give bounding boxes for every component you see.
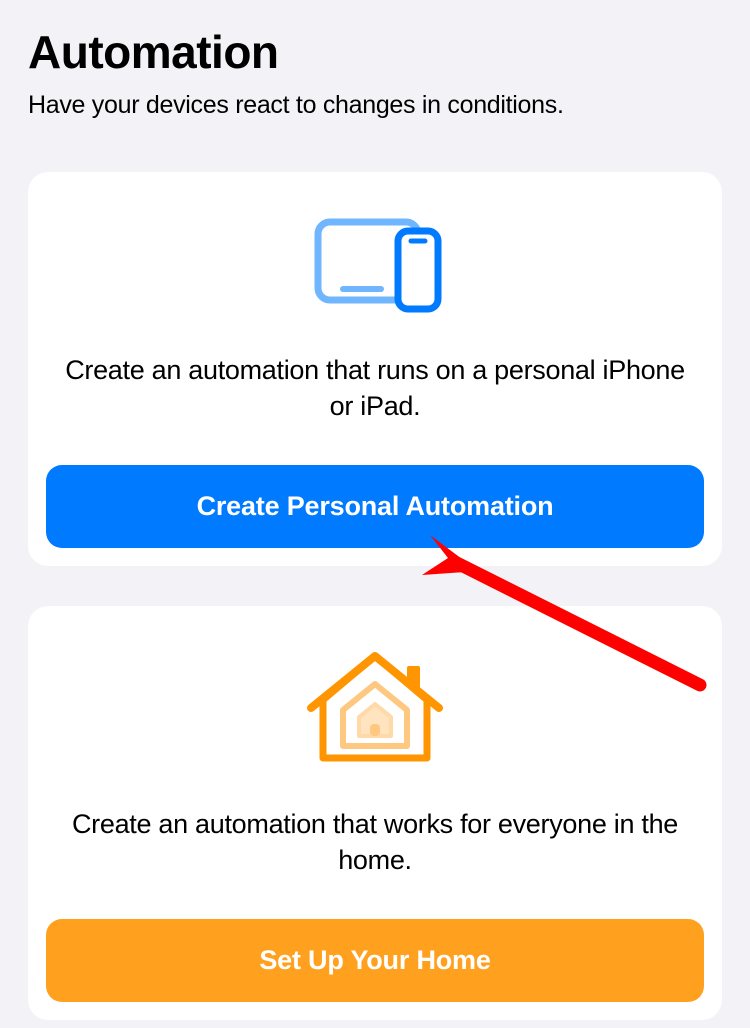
create-personal-automation-button[interactable]: Create Personal Automation	[46, 465, 704, 548]
set-up-home-button[interactable]: Set Up Your Home	[46, 919, 704, 1002]
home-card-description: Create an automation that works for ever…	[46, 806, 704, 879]
cards-container: Create an automation that runs on a pers…	[0, 120, 750, 1020]
home-automation-card: Create an automation that works for ever…	[28, 606, 722, 1020]
personal-automation-card: Create an automation that runs on a pers…	[28, 172, 722, 566]
page-header: Automation Have your devices react to ch…	[0, 0, 750, 120]
page-title: Automation	[28, 25, 722, 79]
devices-icon	[305, 216, 445, 316]
personal-card-description: Create an automation that runs on a pers…	[46, 352, 704, 425]
home-icon	[305, 650, 445, 770]
page-subtitle: Have your devices react to changes in co…	[28, 91, 722, 120]
